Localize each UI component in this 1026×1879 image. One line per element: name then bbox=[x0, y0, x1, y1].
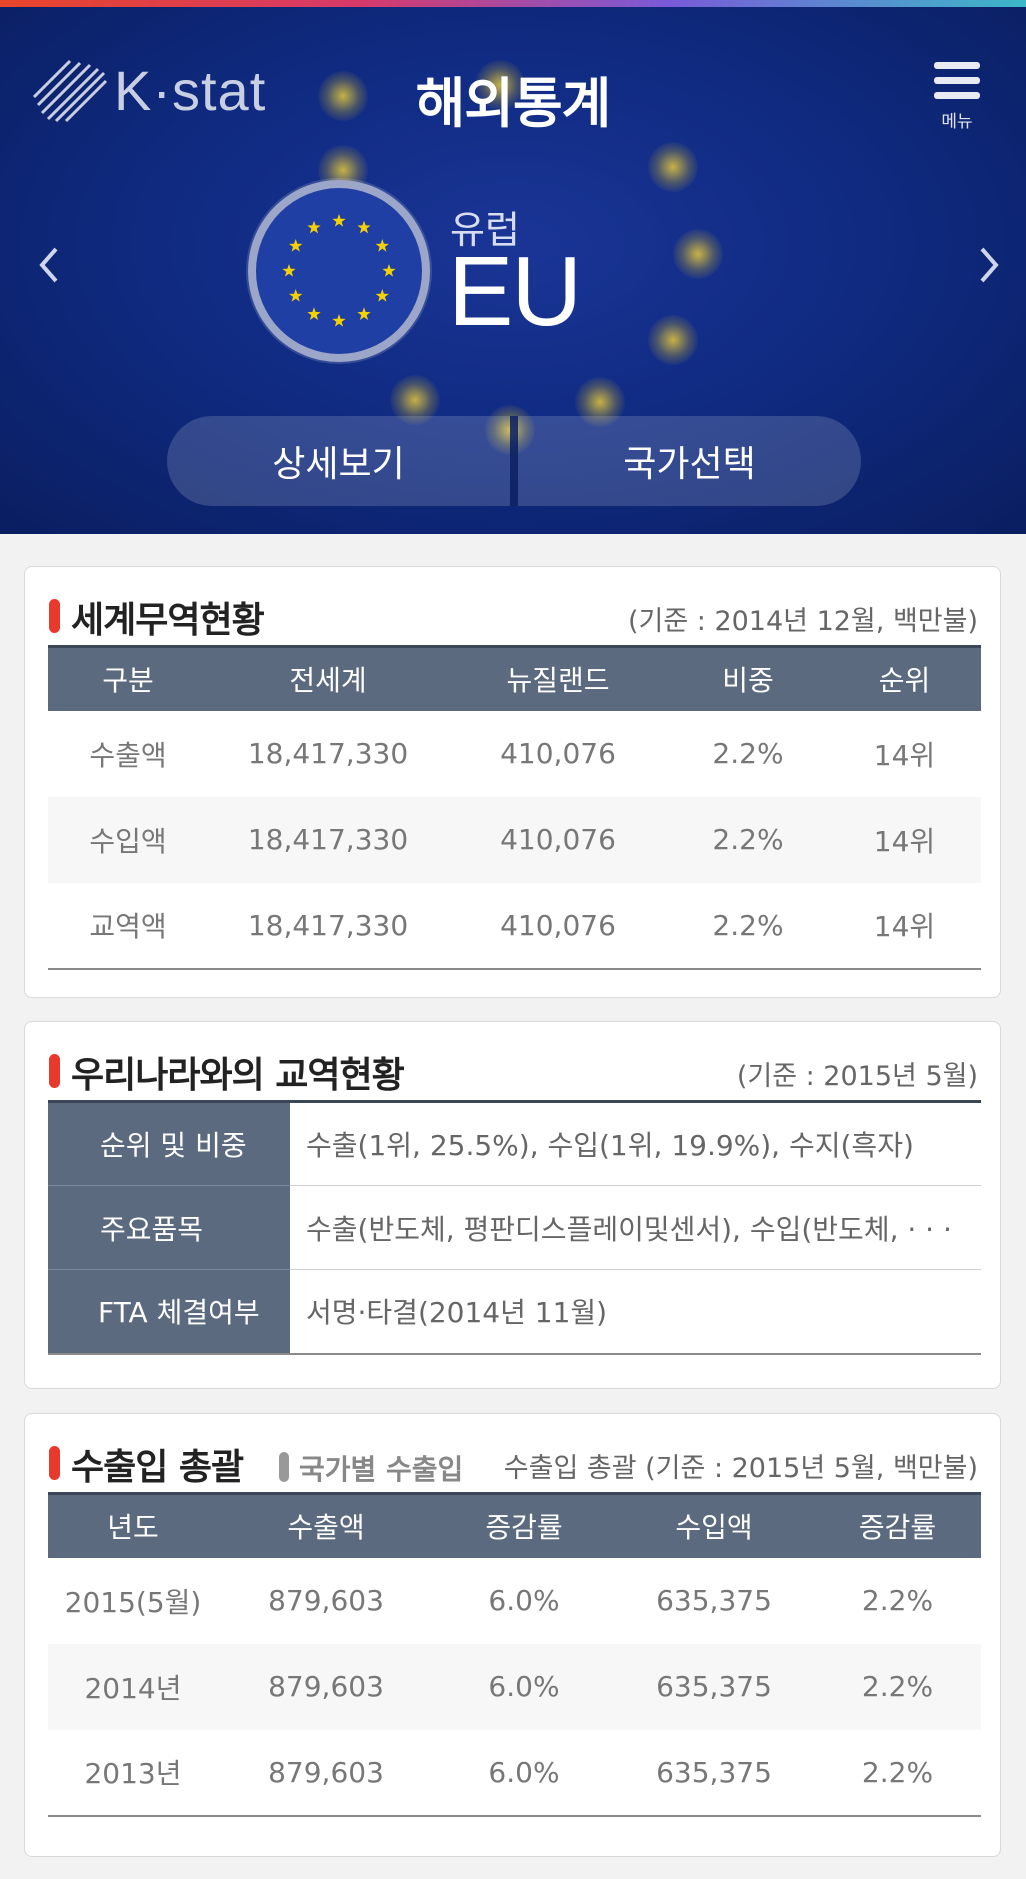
previous-region-arrow-icon[interactable] bbox=[30, 235, 70, 295]
country-select-button[interactable]: 국가선택 bbox=[510, 416, 861, 506]
eu-star-icon bbox=[289, 289, 303, 302]
import-export-note: 수출입 총괄 (기준 : 2015년 5월, 백만불) bbox=[503, 1453, 978, 1484]
hero-banner: K·stat 해외통계 메뉴 유럽 EU 상세보기 국가선택 bbox=[0, 7, 1026, 534]
hamburger-icon bbox=[934, 62, 980, 69]
import-export-title[interactable]: 수출입 총괄 bbox=[49, 1438, 244, 1490]
eu-star-icon bbox=[332, 214, 346, 227]
table-cell: 635,375 bbox=[614, 1643, 814, 1730]
table-cell: 2.2% bbox=[712, 737, 784, 770]
table-cell: 14위 bbox=[873, 738, 936, 772]
table-row: 교역액 18,417,330 410,076 2.2% 14위 bbox=[48, 882, 981, 970]
table-cell: 6.0% bbox=[488, 1584, 560, 1617]
world-trade-card: 세계무역현황 (기준 : 2014년 12월, 백만불) 구분 전세계 뉴질랜드… bbox=[24, 566, 1001, 998]
top-accent-bar bbox=[0, 0, 1026, 7]
table-cell: 410,076 bbox=[448, 882, 668, 970]
eu-star-icon bbox=[332, 314, 346, 327]
column-header: 전세계 bbox=[208, 645, 448, 711]
row-label: 순위 및 비중 bbox=[48, 1101, 290, 1186]
eu-star-icon bbox=[375, 289, 389, 302]
eu-star-icon bbox=[307, 220, 321, 234]
table-row: 2014년 879,603 6.0% 635,375 2.2% bbox=[48, 1643, 981, 1730]
region-name: EU bbox=[448, 236, 582, 346]
table-cell: 879,603 bbox=[218, 1643, 434, 1730]
table-cell: 635,375 bbox=[614, 1729, 814, 1817]
table-cell: 2.2% bbox=[814, 1643, 981, 1730]
korea-trade-note: (기준 : 2015년 5월) bbox=[736, 1061, 978, 1092]
table-cell: 수출액 bbox=[89, 738, 167, 772]
table-cell: 18,417,330 bbox=[208, 796, 448, 883]
table-row: 수입액 18,417,330 410,076 2.2% 14위 bbox=[48, 796, 981, 883]
tab-by-country[interactable]: 국가별 수출입 bbox=[279, 1448, 463, 1488]
background-star-glow bbox=[648, 142, 698, 192]
table-cell: 410,076 bbox=[448, 796, 668, 883]
table-row: FTA 체결여부 서명·타결(2014년 11월) bbox=[48, 1269, 981, 1355]
korea-trade-table: 순위 및 비중 수출(1위, 25.5%), 수입(1위, 19.9%), 수지… bbox=[48, 1100, 981, 1355]
background-star-glow bbox=[673, 229, 723, 279]
import-export-card: 수출입 총괄 국가별 수출입 수출입 총괄 (기준 : 2015년 5월, 백만… bbox=[24, 1413, 1001, 1857]
eu-star-icon bbox=[357, 220, 371, 234]
background-star-glow bbox=[648, 315, 698, 365]
korea-trade-title: 우리나라와의 교역현황 bbox=[49, 1046, 405, 1098]
table-cell: 2014년 bbox=[48, 1643, 218, 1730]
table-row: 2013년 879,603 6.0% 635,375 2.2% bbox=[48, 1729, 981, 1817]
eu-star-icon bbox=[357, 307, 371, 320]
table-cell: 2.2% bbox=[668, 882, 828, 970]
column-header: 구분 bbox=[48, 645, 208, 711]
column-header: 수출액 bbox=[218, 1492, 434, 1558]
column-header: 순위 bbox=[828, 645, 981, 711]
hamburger-icon bbox=[934, 77, 980, 84]
detail-view-button[interactable]: 상세보기 bbox=[167, 416, 510, 506]
table-row: 수출액 18,417,330 410,076 2.2% 14위 bbox=[48, 711, 981, 797]
table-cell: 교역액 bbox=[48, 882, 208, 970]
world-trade-note: (기준 : 2014년 12월, 백만불) bbox=[627, 606, 978, 637]
table-cell: 14위 bbox=[828, 796, 981, 883]
eu-star-icon bbox=[289, 239, 303, 252]
hamburger-icon bbox=[934, 92, 980, 99]
eu-star-icon bbox=[307, 307, 321, 320]
eu-star-icon bbox=[382, 264, 396, 277]
hero-button-group: 상세보기 국가선택 bbox=[167, 416, 861, 506]
eu-flag-badge bbox=[248, 180, 430, 362]
table-cell: 18,417,330 bbox=[208, 882, 448, 970]
korea-trade-card: 우리나라와의 교역현황 (기준 : 2015년 5월) 순위 및 비중 수출(1… bbox=[24, 1021, 1001, 1389]
column-header: 증감률 bbox=[434, 1492, 614, 1558]
table-cell: 수입액 bbox=[48, 796, 208, 883]
column-header: 년도 bbox=[48, 1492, 218, 1558]
table-cell: 2013년 bbox=[48, 1729, 218, 1817]
row-value: 수출(반도체, 평판디스플레이및센서), 수입(반도체, · · · bbox=[290, 1185, 981, 1270]
table-cell: 6.0% bbox=[434, 1643, 614, 1730]
table-cell: 2015(5월) bbox=[64, 1585, 202, 1619]
table-cell: 635,375 bbox=[656, 1584, 772, 1617]
table-cell: 2.2% bbox=[668, 796, 828, 883]
table-row: 순위 및 비중 수출(1위, 25.5%), 수입(1위, 19.9%), 수지… bbox=[48, 1101, 981, 1186]
column-header: 뉴질랜드 bbox=[448, 645, 668, 711]
page-title: 해외통계 bbox=[415, 72, 612, 135]
table-cell: 879,603 bbox=[218, 1729, 434, 1817]
table-row: 2015(5월) 879,603 6.0% 635,375 2.2% bbox=[48, 1558, 981, 1644]
row-label: 주요품목 bbox=[48, 1185, 290, 1270]
table-cell: 18,417,330 bbox=[247, 737, 409, 770]
column-header: 수입액 bbox=[614, 1492, 814, 1558]
eu-star-icon bbox=[282, 264, 296, 277]
table-cell: 879,603 bbox=[268, 1584, 384, 1617]
row-value: 서명·타결(2014년 11월) bbox=[290, 1269, 981, 1355]
eu-star-icon bbox=[375, 239, 389, 252]
next-region-arrow-icon[interactable] bbox=[968, 235, 1008, 295]
row-label: FTA 체결여부 bbox=[48, 1269, 290, 1355]
world-trade-table: 구분 전세계 뉴질랜드 비중 순위 수출액 18,417,330 410,076… bbox=[48, 645, 981, 970]
table-cell: 6.0% bbox=[434, 1729, 614, 1817]
table-cell: 14위 bbox=[828, 882, 981, 970]
table-cell: 2.2% bbox=[861, 1584, 934, 1617]
world-trade-title: 세계무역현황 bbox=[49, 591, 265, 643]
eu-stars-icon bbox=[282, 214, 396, 327]
menu-label: 메뉴 bbox=[941, 112, 973, 132]
table-row: 주요품목 수출(반도체, 평판디스플레이및센서), 수입(반도체, · · · bbox=[48, 1185, 981, 1270]
row-value: 수출(1위, 25.5%), 수입(1위, 19.9%), 수지(흑자) bbox=[290, 1101, 981, 1186]
table-cell: 2.2% bbox=[814, 1729, 981, 1817]
table-cell: 410,076 bbox=[500, 737, 616, 770]
column-header: 증감률 bbox=[814, 1492, 981, 1558]
column-header: 비중 bbox=[668, 645, 828, 711]
import-export-table: 년도 수출액 증감률 수입액 증감률 2015(5월) 879,603 6.0%… bbox=[48, 1492, 981, 1817]
menu-button[interactable]: 메뉴 bbox=[932, 62, 982, 132]
